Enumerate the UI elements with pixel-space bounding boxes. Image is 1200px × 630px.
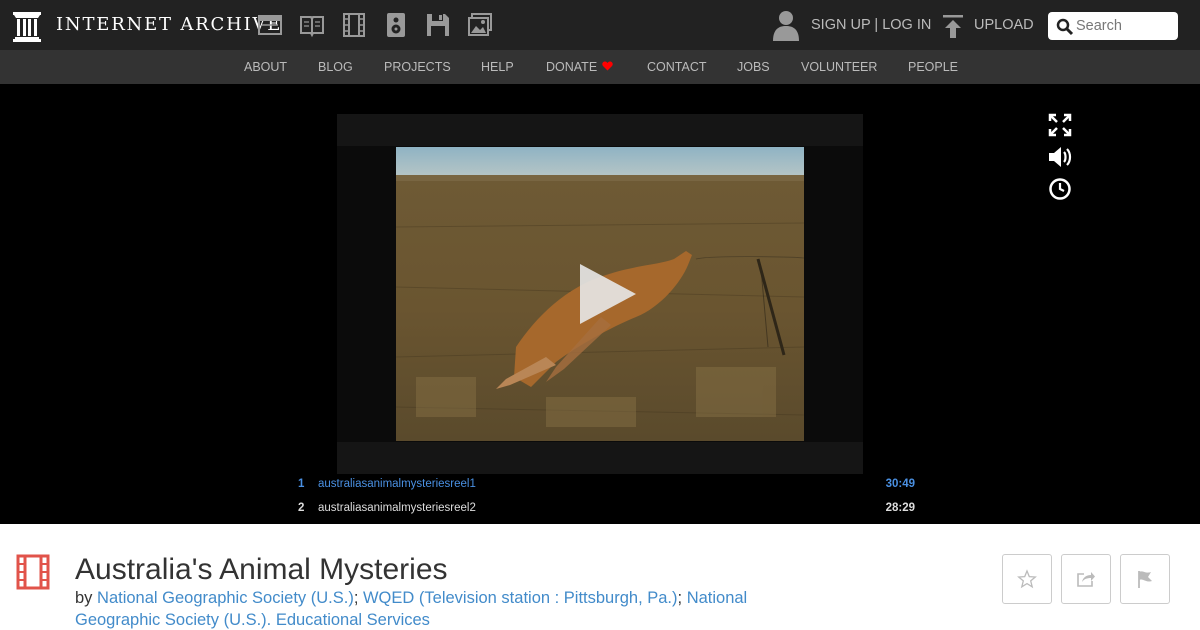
track-duration: 30:49 (885, 478, 915, 490)
search-icon[interactable] (1056, 18, 1074, 36)
nav-donate-label: DONATE (546, 60, 598, 74)
track-name: australiasanimalmysteriesreel2 (318, 502, 476, 514)
texts-icon[interactable] (299, 12, 325, 38)
video-letterbox-bottom (337, 442, 863, 474)
nav-donate[interactable]: DONATE (546, 60, 613, 74)
nav-contact[interactable]: CONTACT (647, 60, 707, 74)
item-details: Australia's Animal Mysteries by National… (0, 524, 1200, 630)
search-box (1048, 12, 1178, 40)
secondary-navigation: ABOUT BLOG PROJECTS HELP DONATE CONTACT … (0, 50, 1200, 84)
top-navigation-bar: INTERNET ARCHIVE SIGN UP | LOG IN UPLOAD… (0, 0, 1200, 50)
creator-separator: ; (353, 589, 363, 607)
fullscreen-icon[interactable] (1047, 112, 1073, 138)
account-links: SIGN UP | LOG IN (811, 17, 931, 33)
internet-archive-logo-icon[interactable] (12, 10, 42, 42)
nav-projects[interactable]: PROJECTS (384, 60, 451, 74)
nav-help[interactable]: HELP (481, 60, 514, 74)
creator-link-1[interactable]: National Geographic Society (U.S.) (97, 589, 354, 607)
nav-blog[interactable]: BLOG (318, 60, 353, 74)
track-duration: 28:29 (885, 502, 915, 514)
track-number: 2 (298, 502, 305, 514)
brand-name[interactable]: INTERNET ARCHIVE (56, 14, 282, 35)
movie-film-icon (16, 554, 50, 590)
nav-about[interactable]: ABOUT (244, 60, 287, 74)
nav-volunteer[interactable]: VOLUNTEER (801, 60, 877, 74)
nav-people[interactable]: PEOPLE (908, 60, 958, 74)
account-link-separator: | (870, 17, 883, 33)
star-icon (1017, 569, 1037, 589)
share-icon (1077, 572, 1095, 587)
sign-up-link[interactable]: SIGN UP (811, 17, 870, 33)
item-byline: by National Geographic Society (U.S.); W… (75, 587, 755, 630)
flag-icon (1138, 571, 1152, 588)
creator-link-2[interactable]: WQED (Television station : Pittsburgh, P… (363, 589, 678, 607)
web-icon[interactable] (257, 12, 283, 38)
track-number: 1 (298, 478, 305, 490)
flag-button[interactable] (1120, 554, 1170, 604)
creator-separator: ; (677, 589, 687, 607)
software-icon[interactable] (425, 12, 451, 38)
audio-icon[interactable] (383, 12, 409, 38)
heart-icon (602, 61, 613, 71)
upload-link[interactable]: UPLOAD (974, 17, 1034, 33)
track-name: australiasanimalmysteriesreel1 (318, 478, 476, 490)
playlist-item-1[interactable]: 1 australiasanimalmysteriesreel1 30:49 (280, 475, 920, 495)
upload-icon[interactable] (942, 13, 964, 39)
favorite-button[interactable] (1002, 554, 1052, 604)
nav-jobs[interactable]: JOBS (737, 60, 770, 74)
play-button-icon[interactable] (574, 262, 638, 326)
search-input[interactable] (1076, 16, 1172, 36)
video-icon[interactable] (341, 12, 367, 38)
images-icon[interactable] (467, 12, 493, 38)
clock-icon[interactable] (1047, 176, 1073, 202)
page-title: Australia's Animal Mysteries (75, 553, 448, 586)
volume-icon[interactable] (1047, 144, 1073, 170)
video-letterbox-top (337, 114, 863, 146)
video-theater: 1 australiasanimalmysteriesreel1 30:49 2… (0, 84, 1200, 524)
user-avatar-icon[interactable] (771, 9, 801, 41)
playlist-item-2[interactable]: 2 australiasanimalmysteriesreel2 28:29 (280, 499, 920, 519)
share-button[interactable] (1061, 554, 1111, 604)
log-in-link[interactable]: LOG IN (882, 17, 931, 33)
byline-prefix: by (75, 589, 93, 607)
video-player[interactable] (337, 114, 863, 474)
